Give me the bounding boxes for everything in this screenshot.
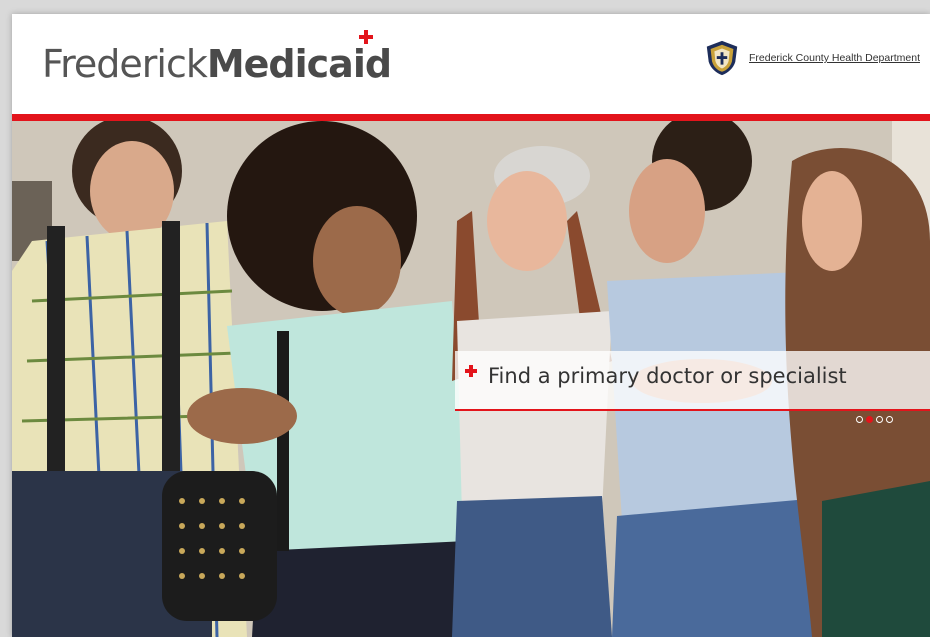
carousel-dot-2[interactable] — [866, 416, 873, 423]
header-red-bar — [12, 114, 930, 121]
carousel-dot-4[interactable] — [886, 416, 893, 423]
carousel-caption[interactable]: Find a primary doctor or specialist — [455, 351, 930, 411]
health-department-link[interactable]: Frederick County Health Department — [749, 52, 920, 64]
carousel-caption-text[interactable]: Find a primary doctor or specialist — [488, 364, 847, 388]
logo-text-light: Frederick — [42, 42, 208, 86]
red-cross-icon — [359, 30, 374, 44]
red-plus-icon — [465, 365, 477, 377]
carousel-dot-3[interactable] — [876, 416, 883, 423]
carousel-dots — [856, 416, 893, 423]
frederick-medicaid-logo[interactable]: FrederickMedicaid — [42, 30, 392, 86]
site-header: FrederickMedicaid Frederick County Healt… — [12, 14, 930, 114]
health-department-shield-icon — [706, 40, 738, 76]
logo-text-bold: Medicaid — [206, 30, 392, 86]
hero-carousel[interactable]: Find a primary doctor or specialist — [12, 121, 930, 637]
browser-page: FrederickMedicaid Frederick County Healt… — [12, 14, 930, 637]
logo-bold-label: Medicaid — [206, 42, 392, 86]
health-department-link-group[interactable]: Frederick County Health Department — [703, 38, 920, 78]
carousel-dot-1[interactable] — [856, 416, 863, 423]
